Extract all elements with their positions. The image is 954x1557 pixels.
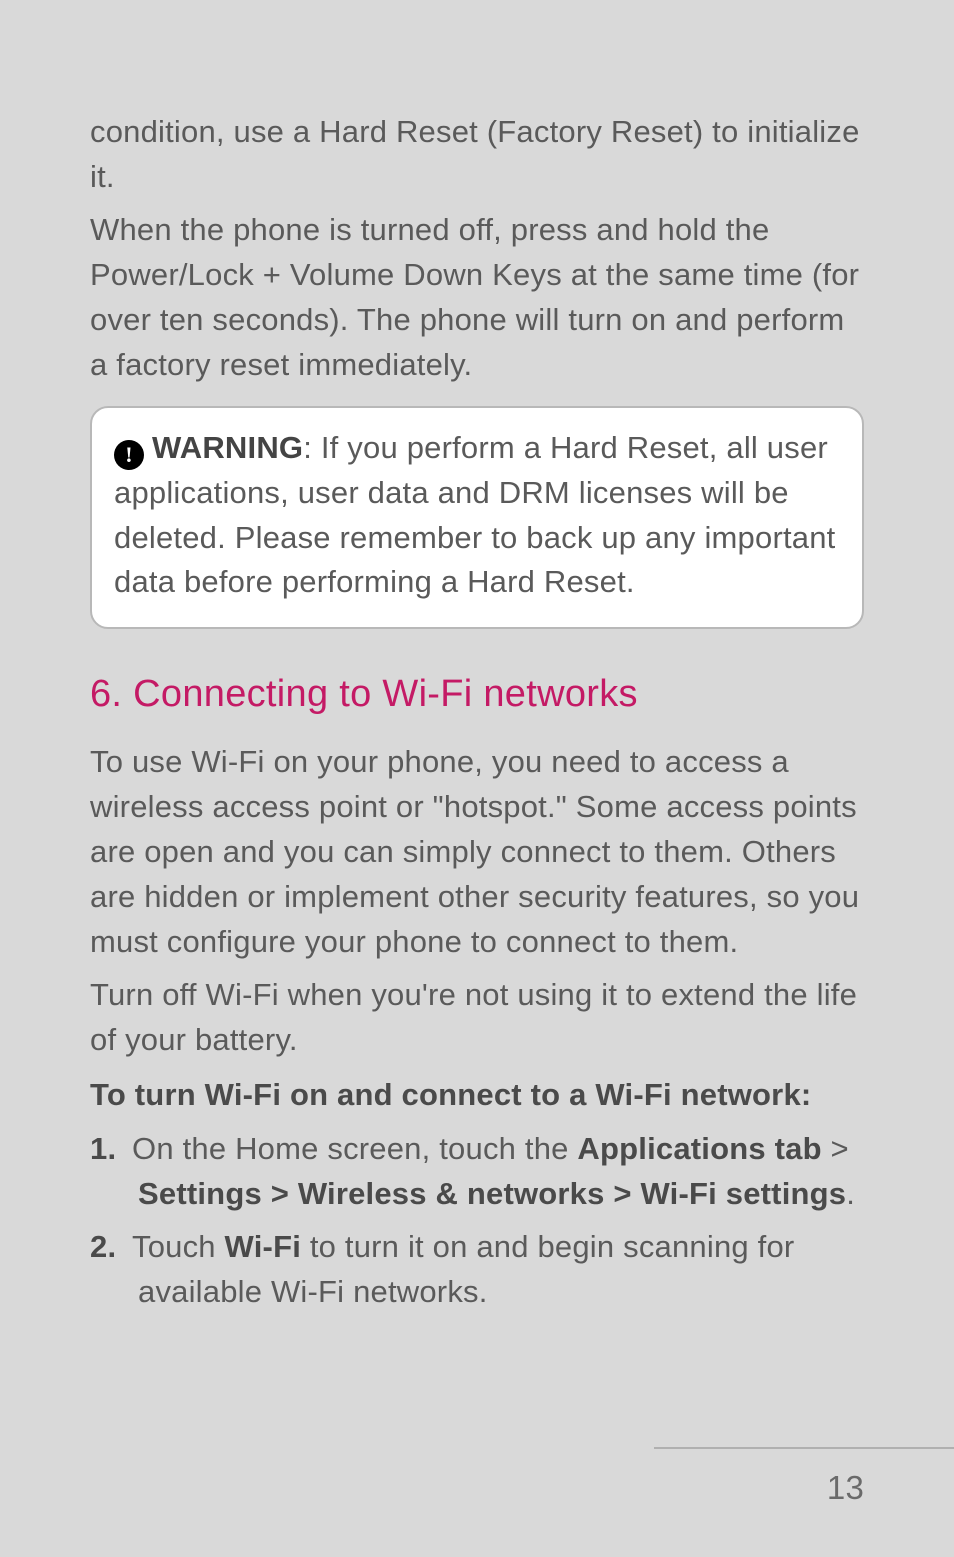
section-paragraph-1: To use Wi-Fi on your phone, you need to …	[90, 740, 864, 965]
step-bold-1: Wi-Fi	[225, 1229, 301, 1264]
section-subhead: To turn Wi-Fi on and connect to a Wi-Fi …	[90, 1077, 864, 1113]
step-bold-1: Applications tab	[577, 1131, 821, 1166]
section-paragraph-2: Turn off Wi-Fi when you're not using it …	[90, 973, 864, 1063]
step-number: 1.	[90, 1127, 132, 1172]
step-text-suffix: .	[846, 1176, 855, 1211]
section-heading: 6. Connecting to Wi-Fi networks	[90, 673, 864, 716]
step-text-prefix: Touch	[132, 1229, 225, 1264]
page-number: 13	[827, 1469, 864, 1507]
warning-box: !WARNING: If you perform a Hard Reset, a…	[90, 406, 864, 630]
step-number: 2.	[90, 1225, 132, 1270]
warning-label: WARNING	[152, 430, 303, 465]
warning-icon: !	[114, 440, 144, 470]
step-bold-2: Settings > Wireless & networks > Wi-Fi s…	[138, 1176, 846, 1211]
step-2: 2.Touch Wi-Fi to turn it on and begin sc…	[90, 1225, 864, 1315]
footer-rule	[654, 1447, 954, 1449]
intro-paragraph-2: When the phone is turned off, press and …	[90, 208, 864, 388]
intro-paragraph-1: condition, use a Hard Reset (Factory Res…	[90, 110, 864, 200]
warning-text: !WARNING: If you perform a Hard Reset, a…	[114, 426, 840, 606]
step-text-prefix: On the Home screen, touch the	[132, 1131, 577, 1166]
step-1: 1.On the Home screen, touch the Applicat…	[90, 1127, 864, 1217]
step-text-mid: >	[822, 1131, 849, 1166]
